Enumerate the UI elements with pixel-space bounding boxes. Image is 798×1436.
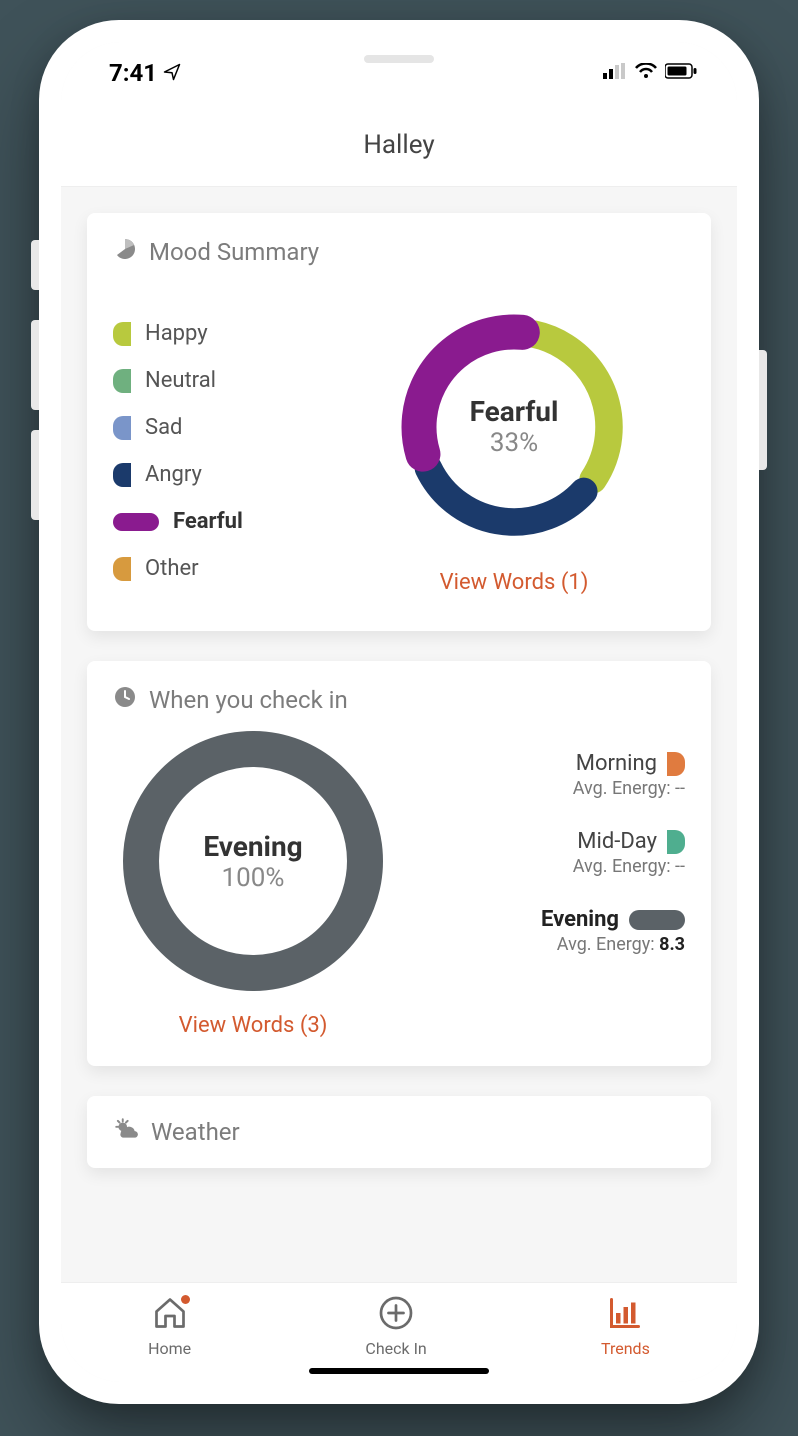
swatch-icon xyxy=(113,322,131,346)
page-title: Halley xyxy=(61,104,737,187)
mood-legend: Happy Neutral Sad Angry xyxy=(113,283,323,603)
clock-text: 7:41 xyxy=(109,59,157,87)
cellular-icon xyxy=(603,63,627,83)
legend-label: Angry xyxy=(145,462,202,487)
legend-item-evening[interactable]: Evening Avg. Energy: 8.3 xyxy=(413,907,685,955)
weather-card: Weather xyxy=(87,1096,711,1168)
legend-label: Evening xyxy=(541,907,619,932)
swatch-icon xyxy=(113,513,159,531)
pie-chart-icon xyxy=(113,237,137,267)
legend-sub: Avg. Energy: -- xyxy=(413,856,685,877)
legend-label: Sad xyxy=(145,415,182,440)
card-title: When you check in xyxy=(149,686,348,714)
card-title-row: Weather xyxy=(113,1116,685,1148)
swatch-icon xyxy=(113,369,131,393)
bottom-nav: Home Check In Trends xyxy=(61,1282,737,1382)
notification-dot-icon xyxy=(181,1295,190,1304)
legend-sub: Avg. Energy: 8.3 xyxy=(413,934,685,955)
status-time: 7:41 xyxy=(109,59,181,87)
card-title-row: When you check in xyxy=(113,685,685,715)
phone-side-button xyxy=(31,430,39,520)
view-words-link[interactable]: View Words (3) xyxy=(179,1013,328,1038)
legend-sub: Avg. Energy: -- xyxy=(413,778,685,799)
home-indicator[interactable] xyxy=(309,1368,489,1374)
swatch-icon xyxy=(667,830,685,854)
nav-label: Check In xyxy=(365,1339,426,1358)
plus-circle-icon xyxy=(378,1295,414,1335)
donut-center: Fearful 33% xyxy=(389,302,639,552)
checkin-legend: Morning Avg. Energy: -- Mid-Day Avg. Ene… xyxy=(413,731,685,985)
legend-item-sad[interactable]: Sad xyxy=(113,415,323,440)
speaker-grille xyxy=(364,55,434,63)
phone-notch xyxy=(284,42,514,76)
wifi-icon xyxy=(635,63,657,83)
donut-center-label: Fearful xyxy=(470,395,559,428)
swatch-icon xyxy=(113,463,131,487)
legend-item-neutral[interactable]: Neutral xyxy=(113,368,323,393)
nav-checkin[interactable]: Check In xyxy=(365,1295,426,1358)
card-title: Mood Summary xyxy=(149,238,319,266)
legend-item-morning[interactable]: Morning Avg. Energy: -- xyxy=(413,751,685,799)
legend-label: Mid-Day xyxy=(577,829,657,854)
donut-center-label: Evening xyxy=(203,830,302,863)
nav-label: Trends xyxy=(601,1339,650,1358)
bar-chart-icon xyxy=(607,1295,643,1335)
swatch-icon xyxy=(667,752,685,776)
legend-item-angry[interactable]: Angry xyxy=(113,462,323,487)
legend-item-happy[interactable]: Happy xyxy=(113,321,323,346)
phone-side-button xyxy=(31,320,39,410)
location-icon xyxy=(163,59,181,87)
phone-side-button xyxy=(31,240,39,290)
status-bar: 7:41 xyxy=(61,42,737,104)
legend-item-other[interactable]: Other xyxy=(113,556,323,581)
legend-item-midday[interactable]: Mid-Day Avg. Energy: -- xyxy=(413,829,685,877)
screen: 7:41 Halley xyxy=(61,42,737,1382)
card-title-row: Mood Summary xyxy=(113,237,685,267)
phone-frame: 7:41 Halley xyxy=(39,20,759,1404)
legend-label: Neutral xyxy=(145,368,216,393)
checkin-card: When you check in Evening 100% View Word… xyxy=(87,661,711,1066)
donut-center-pct: 100% xyxy=(222,863,285,893)
swatch-icon xyxy=(113,416,131,440)
swatch-icon xyxy=(629,910,685,930)
clock-icon xyxy=(113,685,137,715)
content-scroll[interactable]: Mood Summary Happy Neutral xyxy=(61,187,737,1282)
weather-icon xyxy=(113,1116,139,1148)
legend-label: Fearful xyxy=(173,509,243,534)
status-icons xyxy=(603,63,697,83)
energy-value: 8.3 xyxy=(659,934,685,955)
mood-summary-card: Mood Summary Happy Neutral xyxy=(87,213,711,631)
phone-side-button xyxy=(759,350,767,470)
swatch-icon xyxy=(113,557,131,581)
energy-value: -- xyxy=(675,856,685,877)
legend-label: Happy xyxy=(145,321,208,346)
view-words-link[interactable]: View Words (1) xyxy=(440,570,589,595)
checkin-donut-chart[interactable]: Evening 100% xyxy=(123,731,383,991)
donut-center-pct: 33% xyxy=(490,428,538,458)
nav-trends[interactable]: Trends xyxy=(601,1295,650,1358)
battery-icon xyxy=(665,63,697,83)
nav-home[interactable]: Home xyxy=(148,1295,191,1358)
page-title-text: Halley xyxy=(363,130,434,160)
legend-label: Other xyxy=(145,556,199,581)
legend-item-fearful[interactable]: Fearful xyxy=(113,509,323,534)
home-icon xyxy=(152,1295,188,1335)
mood-donut-chart[interactable]: Fearful 33% xyxy=(389,302,639,552)
legend-label: Morning xyxy=(576,751,657,776)
nav-label: Home xyxy=(148,1339,191,1358)
card-title: Weather xyxy=(151,1118,240,1146)
energy-value: -- xyxy=(675,778,685,799)
